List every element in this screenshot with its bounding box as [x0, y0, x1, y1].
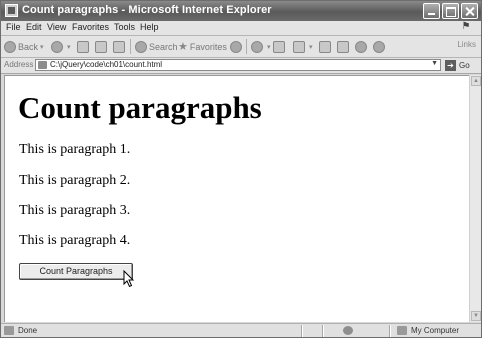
history-icon — [251, 40, 263, 53]
vertical-scrollbar[interactable]: ▲ ▼ — [469, 75, 481, 322]
page-status-icon — [4, 326, 14, 335]
links-label[interactable]: Links — [457, 40, 476, 49]
go-arrow-icon: ➔ — [445, 59, 456, 71]
page-heading: Count paragraphs — [18, 90, 262, 125]
stop-button[interactable] — [77, 39, 91, 54]
favorites-star-icon: ★ — [178, 40, 188, 53]
stop-icon — [77, 40, 89, 53]
zone-text: My Computer — [411, 326, 460, 335]
search-icon — [135, 40, 147, 53]
discuss-button[interactable] — [337, 39, 351, 54]
edit-icon — [293, 40, 305, 53]
favorites-button[interactable]: ★ Favorites — [178, 39, 227, 54]
paragraph-3: This is paragraph 3. — [19, 203, 131, 218]
menu-tools[interactable]: Tools — [114, 22, 135, 32]
count-paragraphs-button[interactable]: Count Paragraphs — [19, 263, 133, 280]
research-button[interactable] — [373, 39, 387, 54]
browser-window: Count paragraphs - Microsoft Internet Ex… — [0, 0, 482, 338]
forward-arrow-icon — [51, 40, 63, 53]
zone-status-icon — [343, 326, 353, 335]
page-content: Count paragraphs This is paragraph 1. Th… — [4, 75, 469, 322]
toolbar-separator — [130, 39, 131, 54]
menu-file[interactable]: File — [6, 22, 21, 32]
search-label: Search — [149, 41, 178, 52]
refresh-icon — [95, 40, 107, 53]
media-button[interactable] — [230, 39, 244, 54]
scroll-down-icon[interactable]: ▼ — [471, 311, 481, 321]
research-icon — [373, 40, 385, 53]
print-button[interactable] — [319, 39, 333, 54]
forward-button[interactable]: ▾ — [51, 39, 71, 54]
mouse-cursor-icon — [123, 269, 135, 288]
paragraph-2: This is paragraph 2. — [19, 173, 131, 188]
go-label: Go — [459, 60, 470, 70]
menu-favorites[interactable]: Favorites — [72, 22, 109, 32]
media-icon — [230, 40, 242, 53]
windows-flag-icon: ⚑ — [461, 21, 471, 32]
home-icon — [113, 40, 125, 53]
address-input[interactable]: C:\jQuery\code\ch01\count.html ▼ — [35, 59, 441, 71]
status-divider — [389, 325, 391, 337]
page-icon — [38, 61, 47, 69]
search-button[interactable]: Search — [135, 39, 178, 54]
menu-bar: File Edit View Favorites Tools Help ⚑ — [1, 21, 481, 36]
menu-help[interactable]: Help — [140, 22, 159, 32]
refresh-button[interactable] — [95, 39, 109, 54]
toolbar-separator — [246, 39, 247, 54]
home-button[interactable] — [113, 39, 127, 54]
close-button[interactable] — [461, 3, 478, 19]
history-button[interactable]: ▾ — [251, 39, 271, 54]
ie-icon — [5, 4, 18, 17]
mail-icon — [273, 40, 285, 53]
edit-button[interactable]: ▾ — [293, 39, 313, 54]
chevron-down-icon[interactable]: ▼ — [431, 60, 438, 67]
my-computer-icon — [397, 326, 407, 335]
status-divider — [301, 325, 303, 337]
maximize-button[interactable] — [442, 3, 459, 19]
print-icon — [319, 40, 331, 53]
address-label: Address — [4, 60, 34, 69]
address-url: C:\jQuery\code\ch01\count.html — [50, 60, 163, 69]
favorites-label: Favorites — [189, 41, 227, 52]
edit-dropdown-icon: ▾ — [309, 43, 313, 51]
scroll-up-icon[interactable]: ▲ — [471, 76, 481, 86]
menu-view[interactable]: View — [47, 22, 66, 32]
back-button[interactable]: Back ▾ — [4, 39, 44, 54]
title-bar: Count paragraphs - Microsoft Internet Ex… — [1, 1, 481, 21]
back-dropdown-icon: ▾ — [40, 43, 44, 51]
menu-edit[interactable]: Edit — [26, 22, 42, 32]
status-text: Done — [18, 326, 38, 335]
paragraph-4: This is paragraph 4. — [19, 233, 131, 248]
status-divider — [322, 325, 324, 337]
address-bar: Address C:\jQuery\code\ch01\count.html ▼… — [1, 58, 481, 74]
history-dropdown-icon: ▾ — [267, 43, 271, 51]
mail-button[interactable] — [273, 39, 287, 54]
go-button[interactable]: ➔ Go — [445, 59, 470, 71]
discuss-icon — [337, 40, 349, 53]
status-bar: Done My Computer — [1, 323, 481, 337]
messenger-button[interactable] — [355, 39, 369, 54]
back-label: Back — [18, 41, 39, 52]
minimize-button[interactable] — [423, 3, 440, 19]
messenger-icon — [355, 40, 367, 53]
forward-dropdown-icon: ▾ — [67, 43, 71, 51]
back-arrow-icon — [4, 40, 16, 53]
toolbar: Back ▾ ▾ Search ★ Favorites ▾ ▾ Links — [1, 36, 481, 58]
paragraph-1: This is paragraph 1. — [19, 142, 131, 157]
window-title: Count paragraphs - Microsoft Internet Ex… — [22, 4, 272, 16]
